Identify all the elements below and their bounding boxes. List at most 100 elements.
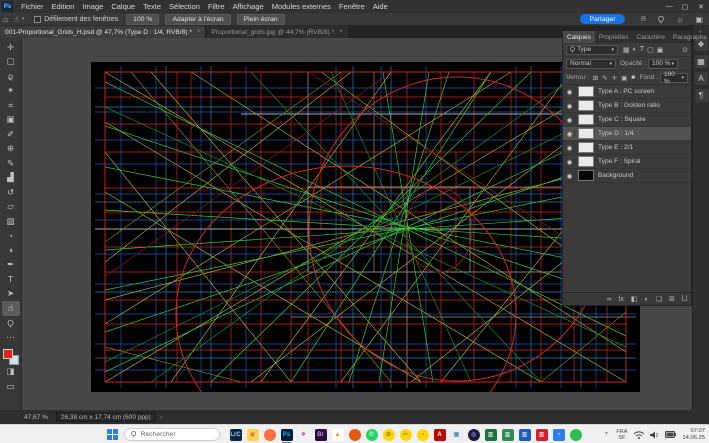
eyedropper-tool[interactable]: ✐ — [2, 127, 20, 142]
document-tab-1[interactable]: 001-Proportional_Grids_H.psd @ 47,7% (Ty… — [0, 26, 206, 38]
panel-character-icon[interactable]: A — [695, 72, 708, 85]
layer-effects-icon[interactable]: fx — [618, 296, 623, 303]
taskbar-lightroom[interactable]: LrC — [228, 427, 243, 442]
minimize-button[interactable]: — — [661, 3, 677, 11]
edit-toolbar[interactable]: ⋯ — [2, 330, 20, 345]
battery-icon[interactable] — [665, 431, 676, 438]
filter-toggle-icon[interactable]: ⊙ — [682, 46, 688, 54]
layer-row-type-d-1-4[interactable]: ◉Type D : 1/4 — [563, 127, 691, 141]
panel-paragraph-icon[interactable]: ¶ — [695, 89, 708, 102]
marquee-tool[interactable]: ▢ — [2, 55, 20, 70]
move-tool[interactable]: ✛ — [2, 40, 20, 55]
filter-smart-objects-icon[interactable]: ▣ — [657, 46, 664, 54]
lock-position-icon[interactable]: ✛ — [612, 74, 617, 82]
workspace-switcher-icon[interactable]: ▣ — [695, 15, 703, 24]
share-button[interactable]: Partager — [580, 14, 624, 24]
taskbar-whatsapp[interactable]: ✆ — [364, 427, 379, 442]
taskbar-photoshop[interactable]: Ps — [279, 427, 294, 442]
document-tab-2[interactable]: Proportional_grids.jpg @ 44,7% (RVB/8) *… — [206, 26, 348, 38]
taskbar-utility-scissors[interactable]: ✂ — [398, 427, 413, 442]
zoom-level-field[interactable]: 47,67 % — [24, 414, 48, 421]
maximize-button[interactable]: ▢ — [677, 3, 693, 11]
menu-item-texte[interactable]: Texte — [139, 2, 165, 11]
taskbar-app-orange[interactable] — [347, 427, 362, 442]
menu-item-fichier[interactable]: Fichier — [17, 2, 48, 11]
hand-tool[interactable]: ☝ — [2, 301, 20, 316]
blur-tool[interactable]: ◔ — [2, 229, 20, 244]
filter-shape-layers-icon[interactable]: ▢ — [647, 46, 654, 54]
layer-row-type-f-spiral[interactable]: ◉Type F : Spiral — [563, 155, 691, 169]
taskbar-acrobat[interactable]: A — [432, 427, 447, 442]
search-icon[interactable]: Ϙ — [658, 15, 664, 24]
chevron-down-icon[interactable]: ▾ — [22, 16, 25, 22]
fit-screen-button[interactable]: Adapter à l'écran — [165, 14, 230, 25]
menu-item-edition[interactable]: Edition — [48, 2, 79, 11]
layer-row-type-a-pc-screen[interactable]: ◉Type A : PC screen — [563, 85, 691, 99]
taskbar-photos[interactable]: ❖ — [296, 427, 311, 442]
taskbar-app-green-1[interactable]: ▥ — [483, 427, 498, 442]
taskbar-app-red[interactable]: ▥ — [534, 427, 549, 442]
discover-icon[interactable]: ☼ — [676, 15, 683, 24]
taskbar-app-green-2[interactable]: ▥ — [500, 427, 515, 442]
color-swatches[interactable] — [3, 349, 19, 365]
panel-tab-paragraphe[interactable]: Paragraphe — [669, 31, 709, 43]
filter-pixel-layers-icon[interactable]: ▦ — [623, 46, 630, 54]
visibility-eye-icon[interactable]: ◉ — [565, 88, 575, 96]
opacity-select[interactable]: 100 % ▾ — [648, 59, 678, 69]
path-selection-tool[interactable]: ➤ — [2, 287, 20, 302]
link-layers-icon[interactable]: ∞ — [606, 296, 611, 303]
clone-stamp-tool[interactable]: ▟ — [2, 171, 20, 186]
close-tab-icon[interactable]: × — [197, 29, 201, 35]
visibility-eye-icon[interactable]: ◉ — [565, 144, 575, 152]
taskbar-app-blue-1[interactable]: ▥ — [517, 427, 532, 442]
status-chevron-icon[interactable]: › — [160, 414, 162, 421]
visibility-eye-icon[interactable]: ◉ — [565, 130, 575, 138]
document-canvas[interactable] — [91, 62, 640, 392]
tray-chevron-icon[interactable]: ⌃ — [604, 431, 610, 439]
lock-paint-icon[interactable]: ✎ — [602, 74, 607, 82]
visibility-eye-icon[interactable]: ◉ — [565, 116, 575, 124]
fill-select[interactable]: 100 % ▾ — [660, 73, 688, 83]
lock-transparency-icon[interactable]: ⊞ — [593, 74, 598, 82]
layer-filter-type-select[interactable]: Ϙ Type ▾ — [566, 45, 618, 55]
lock-all-icon[interactable]: ■ — [631, 74, 635, 82]
frame-tool[interactable]: ▣ — [2, 113, 20, 128]
panel-libraries-icon[interactable]: ▦ — [695, 55, 708, 68]
screen-mode-icon[interactable]: ▭ — [2, 379, 20, 394]
menu-item-aide[interactable]: Aide — [369, 2, 392, 11]
visibility-eye-icon[interactable]: ◉ — [565, 172, 575, 180]
lasso-tool[interactable]: ϱ — [2, 69, 20, 84]
taskbar-vlc[interactable]: ▲ — [330, 427, 345, 442]
menu-item-affichage[interactable]: Affichage — [229, 2, 268, 11]
taskbar-utility-gear[interactable]: ⚙ — [381, 427, 396, 442]
zoom-tool[interactable]: Ϙ — [2, 316, 20, 331]
pen-tool[interactable]: ✒ — [2, 258, 20, 273]
taskbar-utility-clock[interactable]: ◔ — [415, 427, 430, 442]
menu-item-image[interactable]: Image — [78, 2, 107, 11]
menu-item-filtre[interactable]: Filtre — [204, 2, 229, 11]
type-tool[interactable]: T — [2, 272, 20, 287]
panel-tab-propri-t-s[interactable]: Propriétés — [595, 31, 633, 43]
dodge-tool[interactable]: ◑ — [2, 243, 20, 258]
foreground-color-swatch[interactable] — [3, 349, 13, 359]
home-icon[interactable]: ⌂ — [3, 15, 8, 24]
layer-row-type-c-square[interactable]: ◉Type C : Square — [563, 113, 691, 127]
layer-row-type-b-golden-ratio[interactable]: ◉Type B : Golden ratio — [563, 99, 691, 113]
language-indicator[interactable]: FRASF — [616, 429, 627, 441]
filter-adjustment-layers-icon[interactable]: ◐ — [633, 46, 637, 54]
quick-selection-tool[interactable]: ✶ — [2, 84, 20, 99]
taskbar-clock[interactable]: 07:0714.06.25 — [682, 428, 705, 441]
panel-tab-calques[interactable]: Calques — [563, 31, 595, 43]
taskbar-explorer[interactable]: ▣ — [245, 427, 260, 442]
menu-item-s-lection[interactable]: Sélection — [165, 2, 204, 11]
new-group-icon[interactable]: ❏ — [656, 295, 662, 303]
brush-tool[interactable]: ✎ — [2, 156, 20, 171]
crop-tool[interactable]: ⌗ — [2, 98, 20, 113]
close-tab-icon[interactable]: × — [339, 29, 343, 35]
zoom-100-button[interactable]: 100 % — [126, 14, 159, 25]
delete-layer-icon[interactable]: ⨆ — [682, 295, 688, 303]
taskbar-firefox[interactable] — [262, 427, 277, 442]
taskbar-app-blue-2[interactable]: ◔ — [551, 427, 566, 442]
scroll-all-windows-checkbox[interactable] — [34, 16, 41, 23]
eraser-tool[interactable]: ▱ — [2, 200, 20, 215]
